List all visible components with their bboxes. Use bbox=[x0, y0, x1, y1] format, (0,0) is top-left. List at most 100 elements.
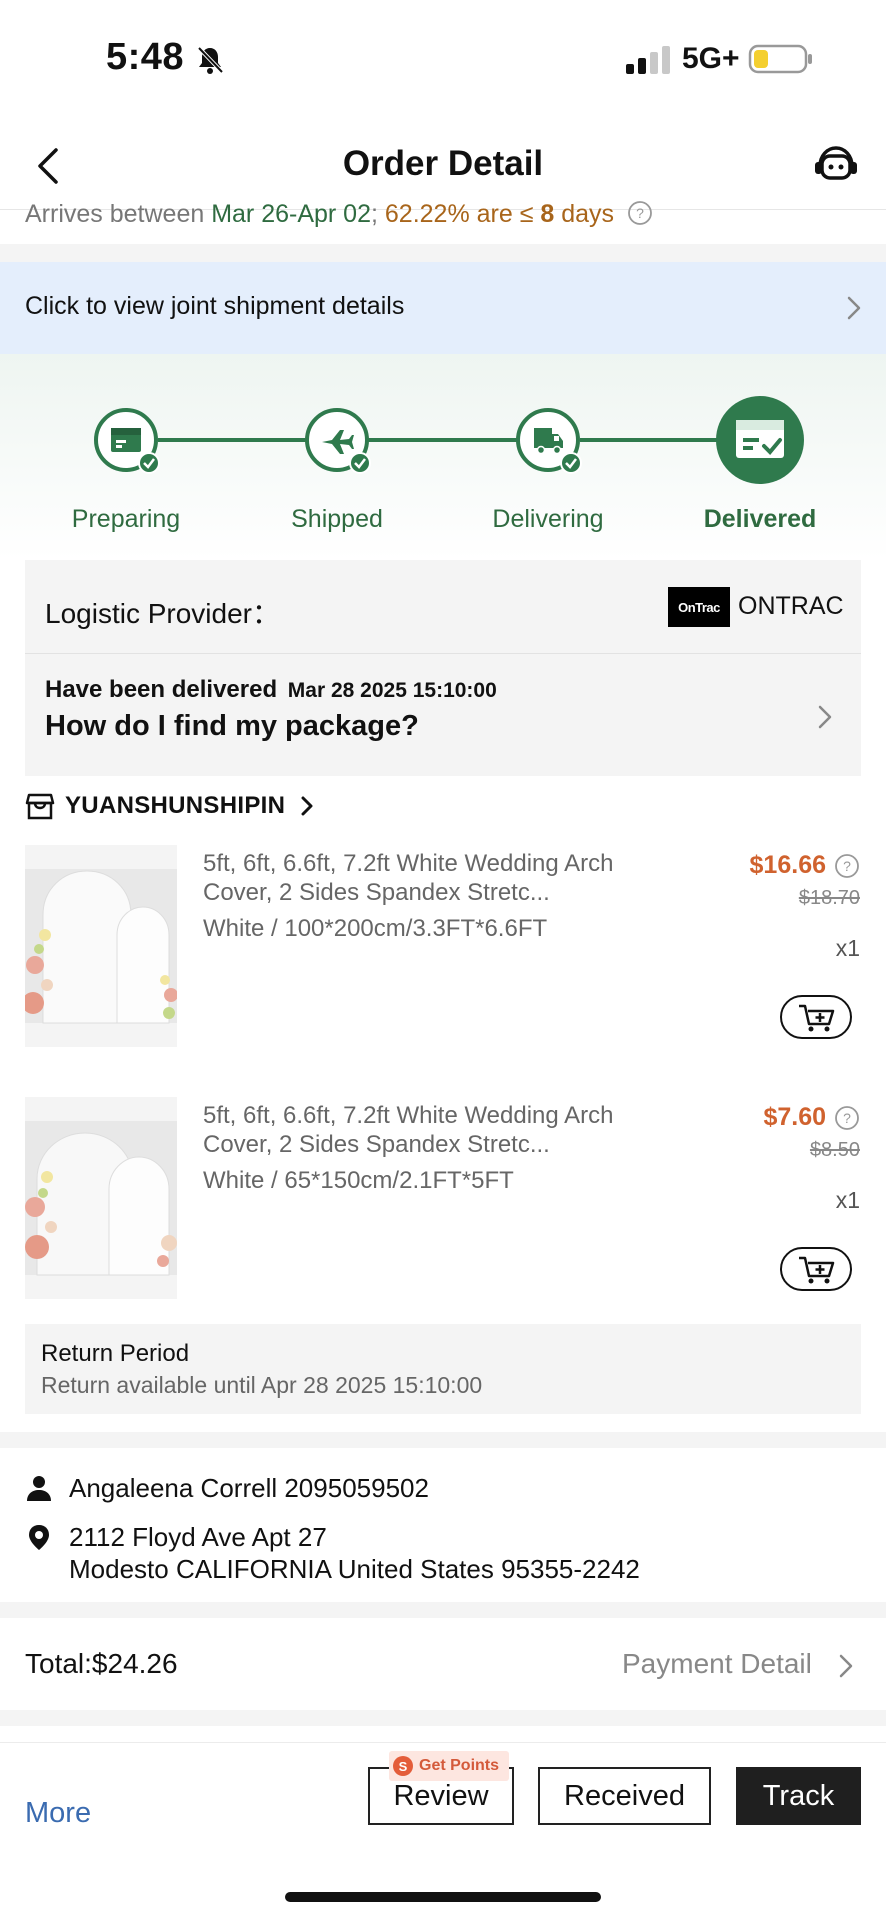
track-button-label: Track bbox=[762, 1779, 835, 1812]
person-icon bbox=[27, 1476, 51, 1501]
payment-detail-label: Payment Detail bbox=[622, 1648, 812, 1679]
product-variant: White / 65*150cm/2.1FT*5FT bbox=[203, 1167, 514, 1194]
home-indicator bbox=[285, 1892, 601, 1902]
get-points-badge: S Get Points bbox=[389, 1751, 510, 1781]
status-bar: 5:48 5G+ bbox=[0, 0, 886, 120]
address-row: 2112 Floyd Ave Apt 27 Modesto CALIFORNIA… bbox=[25, 1521, 640, 1585]
add-to-cart-button[interactable] bbox=[780, 995, 852, 1039]
arrival-dates: Mar 26-Apr 02 bbox=[211, 200, 371, 228]
step-delivered-icon bbox=[716, 396, 804, 484]
product-item[interactable]: 5ft, 6ft, 6.6ft, 7.2ft White Wedding Arc… bbox=[0, 845, 886, 1055]
return-period-deadline: Return available until Apr 28 2025 15:10… bbox=[41, 1372, 483, 1398]
get-points-label: Get Points bbox=[419, 1757, 500, 1774]
help-icon[interactable]: ? bbox=[627, 200, 653, 226]
arrival-days-number: 8 bbox=[540, 200, 555, 228]
delivered-icon bbox=[736, 420, 784, 458]
product-image[interactable] bbox=[25, 845, 177, 1047]
chevron-right-icon bbox=[301, 796, 313, 816]
joint-shipment-banner[interactable]: Click to view joint shipment details bbox=[0, 262, 886, 354]
shop-name: YUANSHUNSHIPIN bbox=[65, 792, 286, 819]
chevron-right-icon bbox=[818, 705, 832, 729]
chevron-right-icon bbox=[839, 1654, 853, 1678]
ontrac-logo-text: OnTrac bbox=[678, 599, 720, 615]
contact-row: Angaleena Correll 2095059502 bbox=[25, 1472, 429, 1504]
step-label-preparing: Preparing bbox=[71, 505, 181, 533]
logistics-card: Logistic Provider： OnTrac ONTRAC Have be… bbox=[25, 560, 861, 776]
logistic-provider-name: ONTRAC bbox=[738, 592, 844, 620]
add-to-cart-button[interactable] bbox=[780, 1247, 852, 1291]
check-icon bbox=[560, 452, 582, 474]
product-variant: White / 100*200cm/3.3FT*6.6FT bbox=[203, 915, 548, 942]
shipment-progress: Preparing Shipped Delivering Delivered bbox=[0, 354, 886, 560]
signal-icon bbox=[626, 46, 670, 74]
points-coin-icon: S bbox=[393, 1756, 413, 1776]
payment-detail-link[interactable]: Payment Detail bbox=[622, 1648, 812, 1680]
arrival-estimate: Arrives between Mar 26-Apr 02; 62.22% ar… bbox=[25, 200, 653, 229]
chevron-right-icon bbox=[847, 296, 861, 320]
arch-cover-image bbox=[25, 845, 177, 1047]
location-pin-icon bbox=[29, 1525, 49, 1550]
store-icon bbox=[25, 793, 55, 820]
cart-add-icon bbox=[799, 1004, 835, 1032]
help-icon[interactable]: ? bbox=[834, 1105, 860, 1131]
product-price: $7.60 bbox=[763, 1103, 826, 1131]
shop-header[interactable]: YUANSHUNSHIPIN bbox=[25, 790, 313, 822]
track-button[interactable]: Track bbox=[736, 1767, 861, 1825]
step-delivering-icon bbox=[516, 408, 582, 474]
product-item[interactable]: 5ft, 6ft, 6.6ft, 7.2ft White Wedding Arc… bbox=[0, 1097, 886, 1307]
svg-text:?: ? bbox=[843, 858, 851, 874]
received-button-label: Received bbox=[564, 1779, 685, 1812]
return-period-card: Return Period Return available until Apr… bbox=[25, 1324, 861, 1414]
cart-add-icon bbox=[799, 1256, 835, 1284]
status-time: 5:48 bbox=[106, 36, 185, 78]
check-icon bbox=[349, 452, 371, 474]
product-title: 5ft, 6ft, 6.6ft, 7.2ft White Wedding Arc… bbox=[203, 1102, 614, 1158]
page-title: Order Detail bbox=[342, 144, 544, 183]
delivery-status-text: Have been delivered bbox=[45, 676, 278, 703]
arrival-prefix: Arrives between bbox=[25, 200, 212, 228]
find-package-link[interactable]: How do I find my package? bbox=[45, 710, 419, 743]
delivery-status: Have been delivered Mar 28 2025 15:10:00 bbox=[45, 676, 497, 704]
delivery-date: Mar 28 2025 15:10:00 bbox=[287, 679, 497, 702]
network-label: 5G+ bbox=[682, 42, 740, 75]
address-line-2: Modesto CALIFORNIA United States 95355-2… bbox=[69, 1554, 640, 1584]
return-period-title: Return Period bbox=[41, 1340, 190, 1367]
product-image[interactable] bbox=[25, 1097, 177, 1299]
help-icon[interactable]: ? bbox=[834, 853, 860, 879]
logistic-provider-label: Logistic Provider： bbox=[45, 598, 280, 629]
address-line-1: 2112 Floyd Ave Apt 27 bbox=[69, 1522, 327, 1552]
arrival-rate: 62.22% are ≤ bbox=[377, 200, 541, 228]
step-shipped-icon bbox=[305, 408, 371, 474]
arrival-separator: ; bbox=[371, 200, 378, 228]
battery-icon bbox=[748, 44, 812, 74]
section-divider bbox=[0, 244, 886, 262]
review-button-label: Review bbox=[393, 1779, 489, 1812]
box-icon bbox=[111, 428, 141, 452]
progress-line bbox=[158, 438, 306, 442]
arrival-days-word: days bbox=[554, 200, 615, 228]
contact-name-phone: Angaleena Correll 2095059502 bbox=[69, 1473, 429, 1503]
check-icon bbox=[138, 452, 160, 474]
step-label-delivered: Delivered bbox=[703, 505, 817, 533]
logistic-provider-row: Logistic Provider： OnTrac ONTRAC bbox=[25, 560, 861, 654]
arch-cover-image bbox=[25, 1097, 177, 1299]
section-divider bbox=[0, 1432, 886, 1448]
more-button[interactable]: More bbox=[25, 1797, 91, 1830]
shipping-address: 2112 Floyd Ave Apt 27 Modesto CALIFORNIA… bbox=[69, 1521, 640, 1585]
joint-shipment-text: Click to view joint shipment details bbox=[25, 292, 405, 320]
step-preparing-icon bbox=[94, 408, 160, 474]
product-price: $16.66 bbox=[749, 851, 826, 879]
svg-text:?: ? bbox=[843, 1110, 851, 1126]
section-divider bbox=[0, 1602, 886, 1618]
product-quantity: x1 bbox=[835, 935, 860, 961]
section-divider bbox=[0, 1710, 886, 1726]
received-button[interactable]: Received bbox=[538, 1767, 711, 1825]
product-original-price: $8.50 bbox=[809, 1139, 860, 1161]
customer-service-icon[interactable] bbox=[812, 142, 860, 186]
product-quantity: x1 bbox=[835, 1187, 860, 1213]
product-original-price: $18.70 bbox=[798, 887, 860, 909]
bell-muted-icon bbox=[197, 46, 224, 74]
progress-line bbox=[368, 438, 518, 442]
svg-text:?: ? bbox=[636, 205, 644, 221]
plane-icon bbox=[322, 430, 354, 454]
